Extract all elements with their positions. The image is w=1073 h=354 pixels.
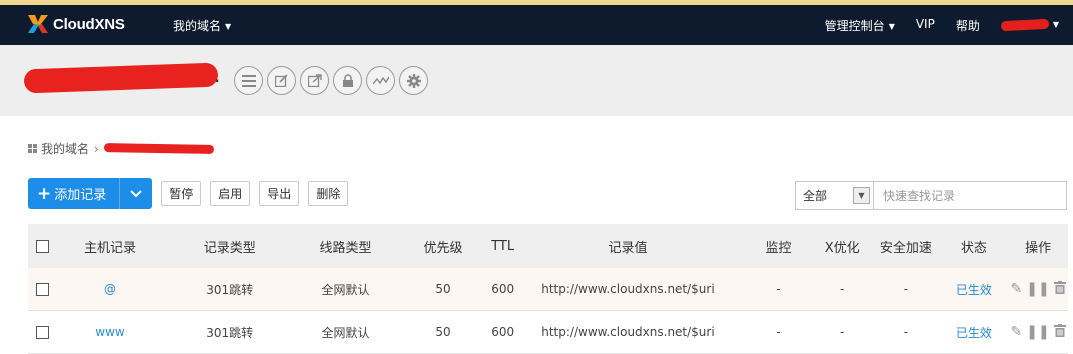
chevron-down-icon: ▼ — [225, 22, 232, 31]
record-priority: 50 — [435, 282, 451, 296]
header-value: 记录值 — [608, 240, 648, 256]
nav-user-menu[interactable]: ▼ — [1000, 17, 1059, 34]
header-host: 主机记录 — [84, 240, 137, 256]
edit-icon[interactable] — [267, 66, 296, 95]
add-record-label: 添加记录 — [54, 188, 107, 203]
nav-my-domains[interactable]: 我的域名 ▼ — [173, 17, 231, 34]
record-priority: 50 — [435, 325, 451, 339]
header-ops: 操作 — [1025, 240, 1052, 256]
record-xopt: - — [840, 282, 845, 296]
record-type: 301跳转 — [206, 282, 254, 297]
header-xopt: X优化 — [824, 240, 860, 256]
header-ttl: TTL — [491, 238, 515, 254]
nav-help[interactable]: 帮助 — [956, 17, 980, 34]
breadcrumb: 我的域名 › — [28, 140, 214, 157]
chevron-down-icon: ▼ — [853, 187, 870, 204]
chevron-right-icon: › — [94, 141, 99, 156]
pencil-icon[interactable]: ✎ — [1010, 324, 1022, 341]
record-host[interactable]: @ — [57, 282, 163, 296]
nav-console[interactable]: 管理控制台 ▼ — [825, 17, 895, 34]
export-button[interactable]: 导出 — [259, 181, 300, 206]
record-secure: - — [903, 325, 909, 339]
lock-icon[interactable] — [333, 66, 362, 95]
row-checkbox-cell — [28, 325, 57, 339]
record-value: http://www.cloudxns.net/$uri — [541, 325, 715, 339]
record-xopt: - — [840, 325, 845, 339]
record-ops: ✎ ❚❚ — [1008, 323, 1068, 341]
pencil-icon[interactable]: ✎ — [1010, 281, 1022, 298]
record-status[interactable]: 已生效 — [940, 281, 1009, 298]
chevron-down-icon — [130, 189, 142, 197]
logo-text: CloudXNS — [53, 15, 125, 33]
navbar: CloudXNS 我的域名 ▼ 管理控制台 ▼ VIP 帮助 ▼ — [0, 5, 1073, 45]
domain-name-tail: . — [214, 63, 221, 87]
nav-console-label: 管理控制台 — [824, 19, 885, 33]
logo[interactable]: CloudXNS — [27, 13, 125, 35]
record-line: 全网默认 — [321, 325, 370, 340]
record-search-input[interactable]: 快速查找记录 — [874, 181, 1067, 210]
pause-button[interactable]: 暂停 — [161, 181, 202, 206]
domain-toolbar — [234, 66, 428, 95]
record-monitor: - — [776, 282, 781, 296]
header-type: 记录类型 — [203, 240, 256, 256]
select-all-checkbox[interactable] — [35, 239, 49, 253]
record-ttl: 600 — [491, 325, 515, 339]
share-icon[interactable] — [300, 66, 329, 95]
add-record-button-group: + 添加记录 — [28, 178, 153, 209]
record-filter: 全部 ▼ 快速查找记录 — [795, 181, 1067, 210]
row-checkbox[interactable] — [35, 325, 49, 339]
header-monitor: 监控 — [765, 240, 792, 256]
record-ops: ✎ ❚❚ — [1008, 280, 1068, 298]
nav-my-domains-label: 我的域名 — [173, 19, 222, 33]
breadcrumb-root[interactable]: 我的域名 — [41, 140, 89, 157]
row-checkbox-cell — [28, 282, 57, 296]
plus-icon: + — [37, 183, 52, 204]
header-secure: 安全加速 — [879, 240, 932, 256]
record-secure: - — [903, 282, 909, 296]
logo-icon — [28, 15, 48, 33]
header-status: 状态 — [960, 240, 987, 256]
record-actions: + 添加记录 暂停 启用 导出 删除 — [28, 178, 349, 209]
records-table: 主机记录 记录类型 线路类型 优先级 TTL 记录值 监控 X优化 安全加速 状… — [28, 224, 1068, 354]
table-row[interactable]: www 301跳转 全网默认 50 600 http://www.cloudxn… — [28, 311, 1068, 354]
list-icon[interactable] — [234, 66, 263, 95]
trash-icon[interactable] — [1053, 323, 1066, 341]
record-ttl: 600 — [491, 282, 515, 296]
table-header: 主机记录 记录类型 线路类型 优先级 TTL 记录值 监控 X优化 安全加速 状… — [28, 224, 1068, 268]
gear-icon[interactable] — [399, 66, 428, 95]
record-monitor: - — [776, 325, 781, 339]
chevron-down-icon: ▼ — [888, 22, 895, 31]
header-priority: 优先级 — [423, 240, 463, 256]
record-status[interactable]: 已生效 — [940, 324, 1009, 341]
redacted-breadcrumb-domain — [103, 143, 214, 154]
pause-icon[interactable]: ❚❚ — [1026, 281, 1049, 298]
pause-icon[interactable]: ❚❚ — [1026, 324, 1049, 341]
add-record-dropdown[interactable] — [120, 178, 152, 209]
record-search-placeholder: 快速查找记录 — [883, 189, 956, 203]
nav-right: 管理控制台 ▼ VIP 帮助 ▼ — [804, 17, 1059, 34]
domain-header: . — [0, 45, 1073, 116]
trash-icon[interactable] — [1053, 280, 1066, 298]
add-record-button[interactable]: + 添加记录 — [28, 178, 121, 209]
record-line: 全网默认 — [321, 282, 370, 297]
monitor-icon[interactable] — [366, 66, 395, 95]
record-type: 301跳转 — [206, 325, 254, 340]
enable-button[interactable]: 启用 — [210, 181, 251, 206]
redacted-username — [1000, 18, 1050, 31]
record-type-select[interactable]: 全部 ▼ — [795, 181, 874, 210]
record-value: http://www.cloudxns.net/$uri — [541, 282, 715, 296]
grid-icon — [28, 144, 37, 153]
chevron-down-icon: ▼ — [1052, 20, 1059, 29]
delete-button[interactable]: 删除 — [308, 181, 349, 206]
record-host[interactable]: www — [57, 325, 163, 339]
redacted-domain-name — [23, 62, 219, 94]
table-row[interactable]: @ 301跳转 全网默认 50 600 http://www.cloudxns.… — [28, 268, 1068, 311]
row-checkbox[interactable] — [35, 282, 49, 296]
record-type-select-value: 全部 — [803, 189, 828, 203]
header-line: 线路类型 — [319, 240, 372, 256]
select-all-checkbox-cell — [28, 239, 57, 253]
nav-vip[interactable]: VIP — [916, 17, 935, 34]
